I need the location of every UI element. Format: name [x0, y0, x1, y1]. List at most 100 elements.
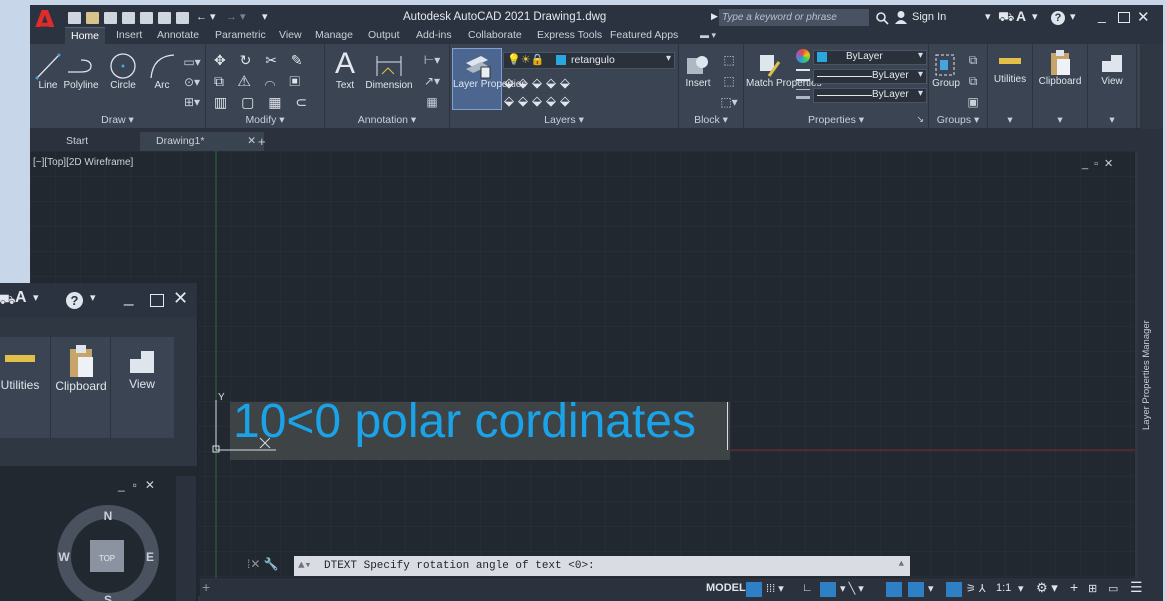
tab-view[interactable]: View — [279, 27, 302, 44]
secondary-close-icon[interactable]: ✕ — [173, 288, 188, 309]
close-icon[interactable]: ✕ — [1137, 8, 1150, 26]
block-more-tools[interactable]: ⬚ ⬚ ⬚▾ — [717, 50, 741, 113]
customization-menu-icon[interactable]: ☰ — [1130, 579, 1143, 596]
match-properties-tool[interactable]: Match Properties — [746, 52, 822, 90]
annotation-visibility-icon[interactable] — [946, 582, 962, 597]
command-scroll-icon[interactable]: ▲ — [899, 554, 904, 574]
groups-panel-label[interactable]: Groups ▾ — [929, 114, 987, 126]
user-icon[interactable] — [894, 10, 908, 24]
undo-icon[interactable]: ← ▾ — [196, 10, 216, 23]
web-mobile-icon[interactable] — [140, 12, 153, 24]
polar-dropdown-icon[interactable]: ▾ ╲ ▾ — [840, 582, 864, 595]
linetype-dropdown[interactable]: ByLayer ▾ — [813, 69, 927, 84]
scale-dropdown-icon[interactable]: ▾ — [1018, 582, 1024, 595]
groups-more-tools[interactable]: ⧉ ⧉ ▣ — [963, 50, 983, 113]
tab-collaborate[interactable]: Collaborate — [468, 27, 522, 44]
command-line[interactable]: ▲▾ DTEXT Specify rotation angle of text … — [294, 556, 910, 576]
arc-tool[interactable]: Arc — [147, 52, 177, 91]
utilities-panel-arrow-icon[interactable]: ▾ — [988, 114, 1032, 126]
annotation-scale[interactable]: 1:1 — [996, 582, 1011, 594]
tab-home[interactable]: Home — [65, 27, 106, 45]
new-icon[interactable] — [68, 12, 81, 24]
secondary-autodesk-icon[interactable]: A — [15, 289, 27, 307]
command-line-controls[interactable]: ⁞✕ 🔧 — [247, 557, 279, 571]
text-tool[interactable]: A Text — [331, 48, 359, 92]
viewcube[interactable]: TOP N W E S — [50, 496, 160, 601]
osnap-dropdown-icon[interactable]: ▾ — [928, 582, 934, 595]
annotation-more-tools[interactable]: ⊢▾ ↗▾ ▦ — [419, 50, 445, 113]
clipboard-button[interactable]: Clipboard — [1033, 48, 1087, 87]
secondary-cart-icon[interactable]: ⛟ — [0, 291, 16, 310]
compass-south[interactable]: S — [104, 593, 112, 601]
sign-in-link[interactable]: Sign In — [912, 11, 946, 23]
tab-parametric[interactable]: Parametric — [215, 27, 266, 44]
layers-panel-label[interactable]: Layers ▾ — [450, 114, 678, 126]
layer-dropdown[interactable]: 💡☀🔒 retangulo ▾ — [503, 52, 675, 69]
polyline-tool[interactable]: Polyline — [63, 52, 99, 91]
compass-north[interactable]: N — [104, 509, 113, 523]
ribbon-options-icon[interactable]: ▬ ▾ — [700, 27, 716, 44]
dimension-tool[interactable]: Dimension — [363, 52, 415, 91]
save-icon[interactable] — [104, 12, 117, 24]
new-tab-icon[interactable]: + — [258, 132, 266, 151]
view-panel-arrow-icon[interactable]: ▾ — [1088, 114, 1136, 126]
secondary-maximize-icon[interactable] — [150, 294, 164, 307]
qat-customize-icon[interactable]: ▾ — [262, 10, 268, 23]
draw-more-tools[interactable]: ▭▾ ⊙▾ ⊞▾ — [180, 52, 204, 112]
color-dropdown[interactable]: ByLayer ▾ — [813, 50, 927, 65]
view-button[interactable]: View — [1088, 50, 1136, 87]
isodraft-icon[interactable] — [886, 582, 902, 597]
search-expand-icon[interactable]: ▶ — [711, 11, 718, 22]
tab-output[interactable]: Output — [368, 27, 400, 44]
line-tool[interactable]: Line — [33, 52, 63, 91]
command-history-icon[interactable]: ▲▾ — [298, 556, 311, 576]
secondary-help-dropdown-icon[interactable]: ▾ — [90, 291, 96, 304]
tab-featured-apps[interactable]: Featured Apps — [610, 27, 678, 44]
layer-properties-button[interactable]: Layer Properties — [452, 48, 526, 110]
units-icon[interactable]: ⊞ — [1088, 582, 1097, 595]
sign-in-dropdown-icon[interactable]: ▾ — [985, 10, 991, 23]
drawing-tab-close-icon[interactable]: ✕ — [247, 132, 256, 151]
polar-tracking-icon[interactable] — [820, 582, 836, 597]
help-icon[interactable]: ? — [1051, 11, 1065, 25]
plot-icon[interactable] — [158, 12, 171, 24]
modify-tools[interactable]: ✥ ↻ ✂ ✎ ⧉ ⚠ ⌒ ▣ ▥ ▢ ▦ ⊂ — [214, 50, 319, 113]
annotation-monitor-icon[interactable]: + — [1070, 579, 1078, 595]
viewport-controls[interactable]: _▫✕ — [1082, 157, 1119, 170]
save-as-icon[interactable] — [122, 12, 135, 24]
open-icon[interactable] — [86, 12, 99, 24]
lineweight-dropdown[interactable]: ByLayer ▾ — [813, 88, 927, 103]
annotation-scale-icons[interactable]: ⚞ ⅄ — [966, 582, 986, 595]
print-icon[interactable] — [176, 12, 189, 24]
autodesk-app-icon[interactable]: A — [1016, 8, 1026, 24]
cart-icon[interactable]: ⛟ — [998, 9, 1014, 27]
minimize-icon[interactable]: _ — [1098, 7, 1106, 23]
workspace-gear-icon[interactable]: ⚙ ▾ — [1036, 580, 1058, 596]
viewcube-top-face[interactable]: TOP — [99, 554, 115, 563]
circle-tool[interactable]: Circle — [108, 52, 138, 91]
properties-panel-label[interactable]: Properties ▾ — [744, 114, 928, 126]
tab-add-ins[interactable]: Add-ins — [416, 27, 452, 44]
utilities-button[interactable]: Utilities — [988, 54, 1032, 85]
annotation-panel-label[interactable]: Annotation ▾ — [325, 114, 449, 126]
object-snap-icon[interactable] — [908, 582, 924, 597]
compass-west[interactable]: W — [58, 550, 70, 564]
tab-annotate[interactable]: Annotate — [157, 27, 199, 44]
modify-panel-label[interactable]: Modify ▾ — [206, 114, 324, 126]
tab-insert[interactable]: Insert — [116, 27, 142, 44]
layer-properties-manager-label[interactable]: Layer Properties Manager — [1141, 310, 1161, 430]
secondary-utilities-button[interactable]: Utilities — [0, 349, 50, 392]
secondary-app-dropdown-icon[interactable]: ▾ — [33, 291, 39, 304]
secondary-help-icon[interactable]: ? — [66, 292, 83, 309]
help-dropdown-icon[interactable]: ▾ — [1070, 10, 1076, 23]
grid-toggle-icon[interactable] — [746, 582, 762, 597]
secondary-viewport[interactable]: _▫✕ TOP N W E S — [0, 466, 197, 601]
clipboard-panel-arrow-icon[interactable]: ▾ — [1033, 114, 1087, 126]
app-dropdown-icon[interactable]: ▾ — [1032, 10, 1038, 23]
tab-manage[interactable]: Manage — [315, 27, 353, 44]
compass-east[interactable]: E — [146, 550, 154, 564]
snap-icon[interactable]: ⁞⁞⁞ ▾ — [766, 582, 784, 595]
properties-launcher-icon[interactable]: ↘ — [916, 114, 924, 125]
viewport-label[interactable]: [−][Top][2D Wireframe] — [33, 157, 133, 168]
group-tool[interactable]: Group — [931, 52, 961, 89]
